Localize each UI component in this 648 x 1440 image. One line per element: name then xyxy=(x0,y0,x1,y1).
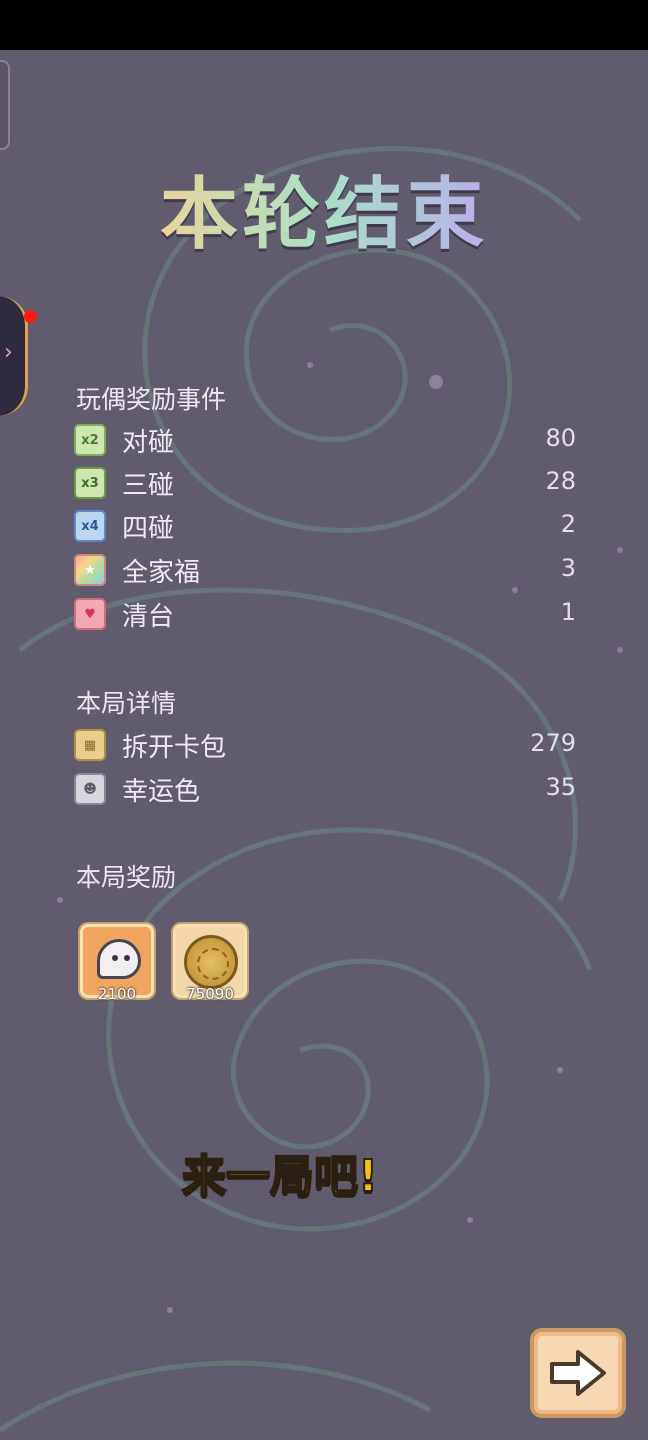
arrow-right-icon xyxy=(550,1350,606,1396)
detail-row-packs: ▦ 拆开卡包 279 xyxy=(74,725,578,765)
notification-dot xyxy=(24,310,37,323)
detail-value: 279 xyxy=(530,729,576,757)
event-label: 三碰 xyxy=(122,471,175,501)
event-label: 四碰 xyxy=(122,514,175,544)
event-row-family: ★ 全家福 3 xyxy=(74,550,578,590)
section-header-events: 玩偶奖励事件 xyxy=(76,385,227,414)
detail-value: 35 xyxy=(545,773,576,801)
event-value: 2 xyxy=(560,510,576,538)
event-row-clear: ♥ 清台 1 xyxy=(74,594,578,634)
chevron-right-icon: › xyxy=(4,340,13,365)
detail-row-lucky: ☻ 幸运色 35 xyxy=(74,769,578,809)
event-label: 全家福 xyxy=(122,558,201,588)
section-header-details: 本局详情 xyxy=(76,689,177,718)
next-button[interactable] xyxy=(530,1328,626,1418)
gold-coin-icon xyxy=(184,935,238,989)
event-row-pair: x2 对碰 80 xyxy=(74,420,578,460)
detail-label: 拆开卡包 xyxy=(122,733,227,763)
rainbow-star-icon: ★ xyxy=(74,554,106,586)
reward-amount: 75090 xyxy=(186,985,234,1003)
event-label: 清台 xyxy=(122,602,175,632)
section-header-rewards: 本局奖励 xyxy=(76,863,177,892)
side-tab[interactable] xyxy=(0,60,10,150)
page-title: 本轮结束 xyxy=(0,152,648,264)
event-label: 对碰 xyxy=(122,428,175,458)
heart-icon: ♥ xyxy=(74,598,106,630)
card-pack-icon: ▦ xyxy=(74,729,106,761)
ghost-icon xyxy=(97,939,141,979)
event-value: 1 xyxy=(560,598,576,626)
event-row-triple: x3 三碰 28 xyxy=(74,463,578,503)
play-again-text: 来一局吧! xyxy=(181,1150,379,1203)
event-value: 3 xyxy=(560,554,576,582)
reward-coin[interactable]: 75090 xyxy=(173,924,247,1003)
event-value: 28 xyxy=(545,467,576,495)
lucky-dice-icon: ☻ xyxy=(74,773,106,805)
reward-amount: 2100 xyxy=(97,985,137,1003)
x2-badge-icon: x2 xyxy=(74,424,106,456)
x4-badge-icon: x4 xyxy=(74,510,106,542)
x3-badge-icon: x3 xyxy=(74,467,106,499)
detail-label: 幸运色 xyxy=(122,777,201,807)
event-row-quad: x4 四碰 2 xyxy=(74,506,578,546)
event-value: 80 xyxy=(545,424,576,452)
reward-ghost[interactable]: 2100 xyxy=(80,924,154,1003)
status-bar xyxy=(0,0,648,50)
